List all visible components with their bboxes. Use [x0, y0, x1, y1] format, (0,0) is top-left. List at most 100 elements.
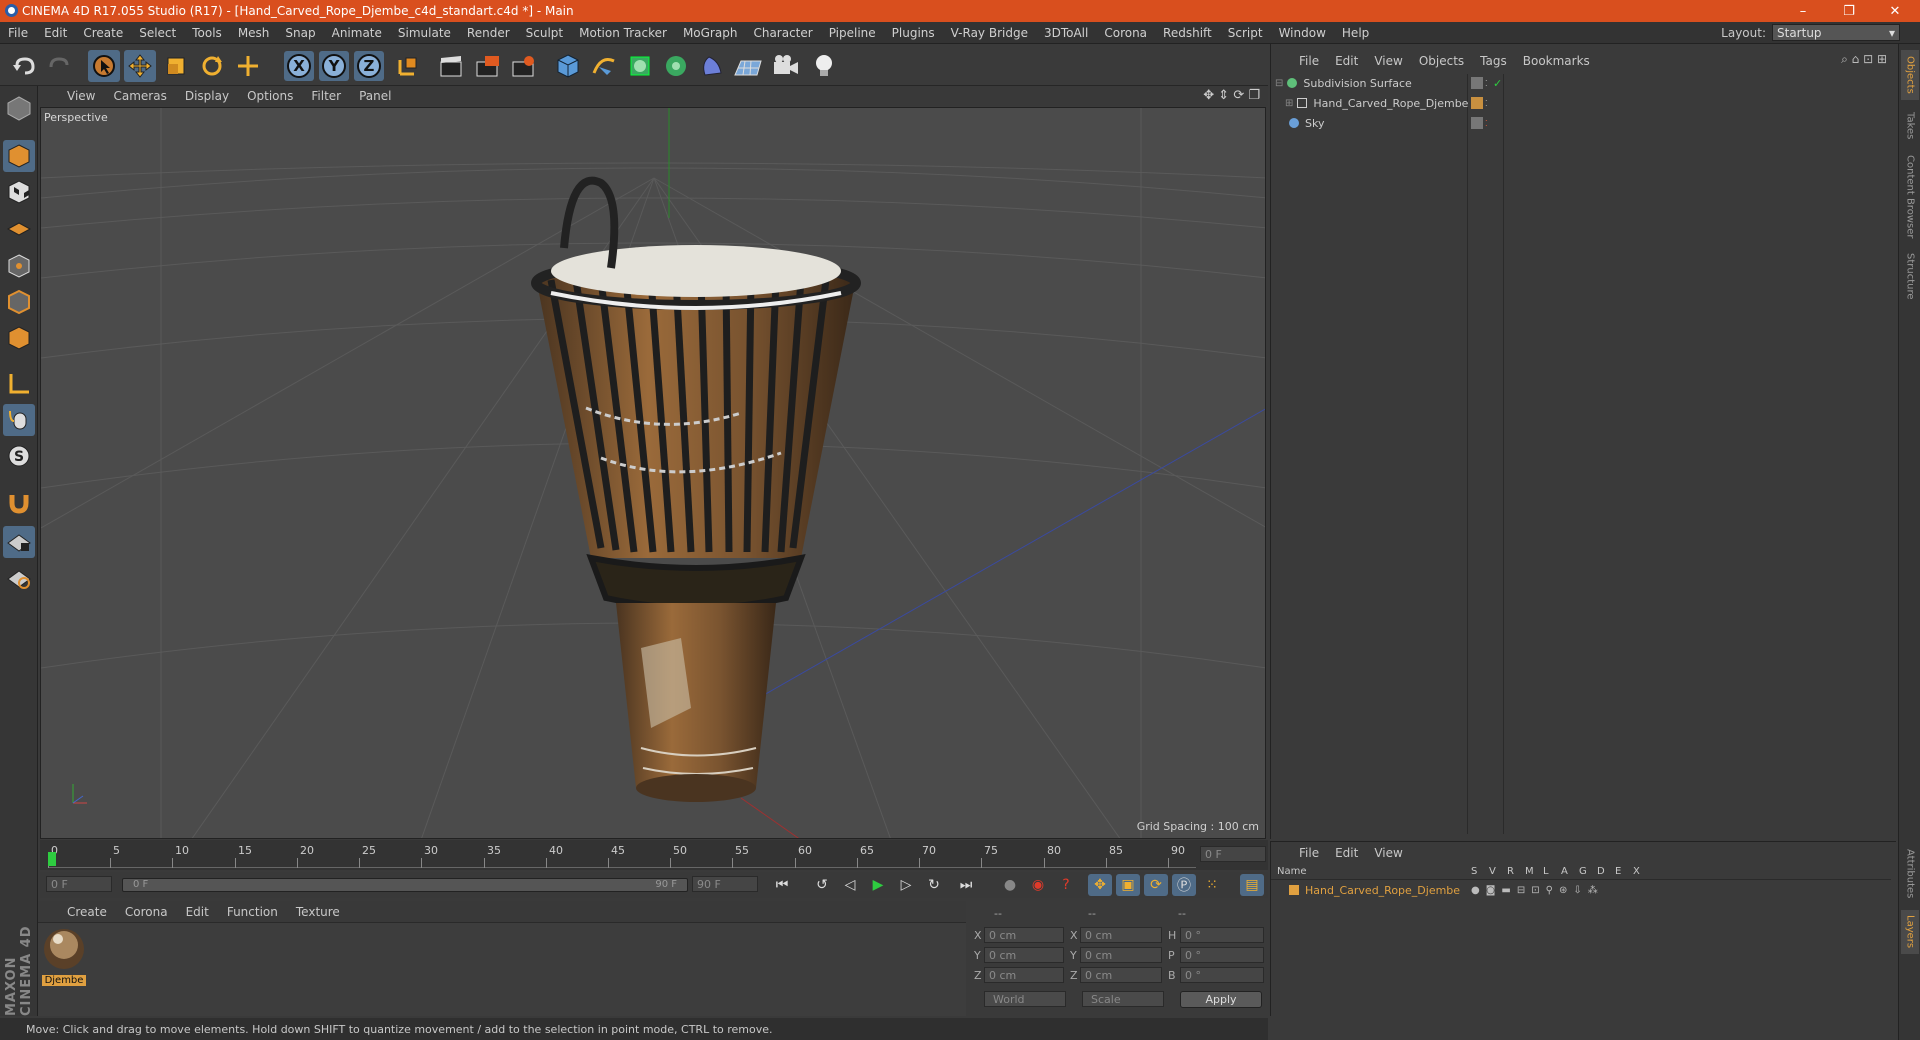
edges-mode-button[interactable] [3, 286, 35, 318]
play-button[interactable]: ▶ [866, 874, 890, 896]
key-position-button[interactable]: ✥ [1088, 874, 1112, 896]
tab-attributes[interactable]: Attributes [1901, 844, 1919, 904]
polygons-mode-button[interactable] [3, 322, 35, 354]
menu-plugins[interactable]: Plugins [884, 26, 943, 40]
size-x-field[interactable]: 0 cm [1080, 927, 1162, 943]
add-array-button[interactable] [660, 50, 692, 82]
workplane-mode-button[interactable] [3, 212, 35, 244]
object-row[interactable]: ⊟ Subdivision Surface ⁚ ✓ [1271, 74, 1891, 92]
vp-menu-panel[interactable]: Panel [350, 89, 400, 103]
move-tool-button[interactable] [124, 50, 156, 82]
y-axis-toggle[interactable]: Y [319, 51, 349, 81]
menu-3dtoall[interactable]: 3DToAll [1036, 26, 1096, 40]
menu-file[interactable]: File [0, 26, 36, 40]
vp-menu-view[interactable]: View [58, 89, 104, 103]
select-tool-button[interactable] [88, 50, 120, 82]
menu-redshift[interactable]: Redshift [1155, 26, 1220, 40]
tab-layers[interactable]: Layers [1901, 910, 1919, 954]
mat-menu-create[interactable]: Create [58, 905, 116, 919]
menu-edit[interactable]: Edit [36, 26, 75, 40]
object-row[interactable]: ⊞ Hand_Carved_Rope_Djembe ⁚ [1271, 94, 1891, 112]
visibility-dots[interactable]: ⁚ [1485, 99, 1488, 108]
key-pla-button[interactable]: ⁙ [1200, 874, 1224, 896]
record-keys-button[interactable]: ● [998, 874, 1022, 896]
tab-content-browser[interactable]: Content Browser [1901, 152, 1919, 242]
layer-color-swatch[interactable] [1289, 885, 1299, 895]
add-light-button[interactable] [808, 50, 840, 82]
menu-tools[interactable]: Tools [184, 26, 230, 40]
menu-render[interactable]: Render [459, 26, 518, 40]
vp-menu-options[interactable]: Options [238, 89, 302, 103]
pos-z-field[interactable]: 0 cm [984, 967, 1064, 983]
tweak-mode-button[interactable] [3, 404, 35, 436]
restore-button[interactable]: ❐ [1826, 0, 1872, 22]
keyframe-selection-button[interactable]: ? [1054, 874, 1078, 896]
layer-swatch[interactable] [1471, 97, 1483, 109]
current-frame-field[interactable]: 0 F [1200, 846, 1266, 862]
size-mode-dropdown[interactable]: Scale [1082, 991, 1164, 1007]
size-y-field[interactable]: 0 cm [1080, 947, 1162, 963]
rot-h-field[interactable]: 0 ° [1180, 927, 1264, 943]
next-frame-button[interactable]: ▷ [894, 874, 918, 896]
scale-tool-button[interactable] [160, 50, 192, 82]
x-axis-toggle[interactable]: X [284, 51, 314, 81]
close-button[interactable]: ✕ [1872, 0, 1918, 22]
add-camera-button[interactable] [770, 50, 802, 82]
render-region-button[interactable] [472, 50, 504, 82]
timeline-track[interactable]: 0 5 10 15 20 25 30 35 40 45 50 55 60 65 70 75 80 85 90 [48, 844, 1196, 868]
z-axis-toggle[interactable]: Z [354, 51, 384, 81]
playhead[interactable] [48, 852, 56, 866]
mat-menu-edit[interactable]: Edit [177, 905, 218, 919]
minimize-button[interactable]: – [1780, 0, 1826, 22]
coordinate-system-button[interactable] [392, 50, 424, 82]
coord-system-dropdown[interactable]: World [984, 991, 1066, 1007]
autokey-button[interactable]: ◉ [1026, 874, 1050, 896]
rotate-tool-button[interactable] [196, 50, 228, 82]
pos-y-field[interactable]: 0 cm [984, 947, 1064, 963]
menu-pipeline[interactable]: Pipeline [821, 26, 884, 40]
menu-select[interactable]: Select [131, 26, 184, 40]
size-z-field[interactable]: 0 cm [1080, 967, 1162, 983]
go-to-end-button[interactable]: ⏭ [954, 874, 978, 896]
add-deformer-button[interactable] [696, 50, 728, 82]
search-home-icons[interactable]: ⌕ ⌂ ⊡ ⊞ [1841, 52, 1887, 67]
tab-structure[interactable]: Structure [1901, 248, 1919, 304]
menu-mesh[interactable]: Mesh [230, 26, 278, 40]
obj-menu-file[interactable]: File [1291, 54, 1327, 68]
menu-window[interactable]: Window [1271, 26, 1334, 40]
obj-menu-edit[interactable]: Edit [1327, 54, 1366, 68]
menu-sculpt[interactable]: Sculpt [518, 26, 571, 40]
menu-motion-tracker[interactable]: Motion Tracker [571, 26, 675, 40]
end-frame-field[interactable]: 90 F [692, 876, 758, 892]
obj-menu-bookmarks[interactable]: Bookmarks [1515, 54, 1598, 68]
rot-b-field[interactable]: 0 ° [1180, 967, 1264, 983]
object-row[interactable]: Sky ⁚ [1271, 114, 1891, 132]
solo-button[interactable]: S [3, 440, 35, 472]
layer-swatch[interactable] [1471, 117, 1483, 129]
timeline-window-button[interactable]: ▤ [1240, 874, 1264, 896]
add-floor-button[interactable] [732, 50, 764, 82]
render-view-button[interactable] [436, 50, 468, 82]
menu-character[interactable]: Character [745, 26, 820, 40]
points-mode-button[interactable] [3, 250, 35, 282]
collapse-icon[interactable]: ⊟ [1275, 78, 1283, 89]
timeline-ruler[interactable]: 0 5 10 15 20 25 30 35 40 45 50 55 60 65 70 75 80 85 90 0 F [40, 840, 1268, 870]
snap-lock-button[interactable] [3, 526, 35, 558]
visibility-dots[interactable]: ⁚ [1485, 79, 1488, 88]
layer-menu-file[interactable]: File [1291, 846, 1327, 860]
prev-frame-button[interactable]: ◁ [838, 874, 862, 896]
layer-menu-view[interactable]: View [1366, 846, 1410, 860]
material-item[interactable]: Djembe [42, 927, 86, 987]
go-to-start-button[interactable]: ⏮ [770, 874, 794, 896]
layout-dropdown[interactable]: Startup ▾ [1772, 24, 1900, 41]
key-parameter-button[interactable]: Ⓟ [1172, 874, 1196, 896]
menu-corona[interactable]: Corona [1096, 26, 1155, 40]
layer-swatch[interactable] [1471, 77, 1483, 89]
mat-menu-function[interactable]: Function [218, 905, 287, 919]
layer-row[interactable]: Hand_Carved_Rope_Djembe ●◙▬⊟⊡⚲⊛⇩⁂ [1271, 882, 1891, 898]
obj-menu-tags[interactable]: Tags [1472, 54, 1515, 68]
viewport-nav-icons[interactable]: ✥ ⇕ ⟳ ❐ [1203, 88, 1260, 103]
layer-toggle-icons[interactable]: ●◙▬⊟⊡⚲⊛⇩⁂ [1471, 885, 1604, 896]
vp-menu-filter[interactable]: Filter [302, 89, 350, 103]
add-spline-button[interactable] [588, 50, 620, 82]
